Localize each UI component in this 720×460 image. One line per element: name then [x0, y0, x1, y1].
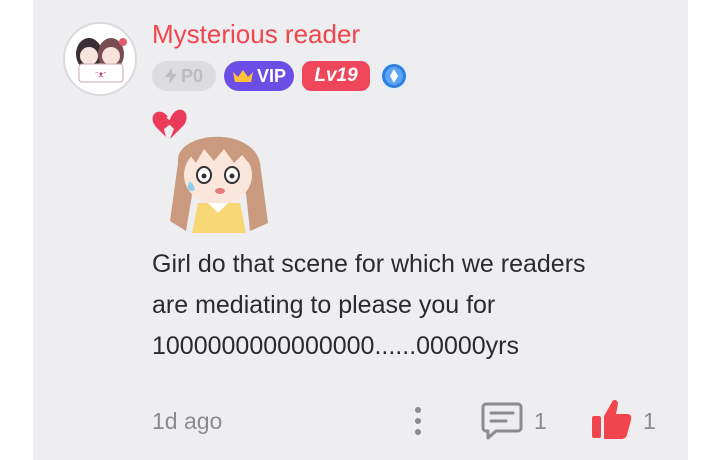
gem-badge[interactable] — [379, 61, 409, 91]
avatar-illustration-icon: ᵔᴥᵔ — [65, 24, 135, 94]
vip-badge[interactable]: VIP — [224, 61, 294, 91]
anime-girl-sticker — [150, 103, 280, 233]
username[interactable]: Mysterious reader — [152, 19, 360, 50]
user-avatar[interactable]: ᵔᴥᵔ — [63, 22, 137, 96]
comment-text-line: are mediating to please you for — [152, 291, 496, 319]
svg-text:ᵔᴥᵔ: ᵔᴥᵔ — [95, 70, 106, 79]
comment-icon — [481, 402, 523, 440]
more-options-button[interactable] — [406, 402, 430, 440]
crown-icon — [232, 70, 253, 82]
blue-gem-icon — [382, 64, 406, 88]
power-badge-label: P0 — [180, 65, 204, 86]
broken-heart-girl-icon — [152, 109, 268, 233]
vertical-dots-icon — [415, 407, 421, 435]
comment-text-line: 1000000000000000......00000yrs — [152, 332, 519, 360]
reply-count: 1 — [534, 408, 547, 434]
level-badge-label: Lv19 — [314, 65, 358, 86]
comment-text-line: Girl do that scene for which we readers — [152, 250, 586, 278]
power-badge: P0 — [152, 61, 216, 91]
thumbs-up-icon — [592, 399, 632, 439]
lightning-icon — [164, 68, 177, 84]
like-count: 1 — [643, 408, 656, 434]
comment-text: Girl do that scene for which we readers … — [152, 244, 652, 367]
vip-badge-label: VIP — [256, 65, 286, 86]
comment-time: 1d ago — [152, 408, 223, 434]
level-badge[interactable]: Lv19 — [302, 61, 370, 91]
